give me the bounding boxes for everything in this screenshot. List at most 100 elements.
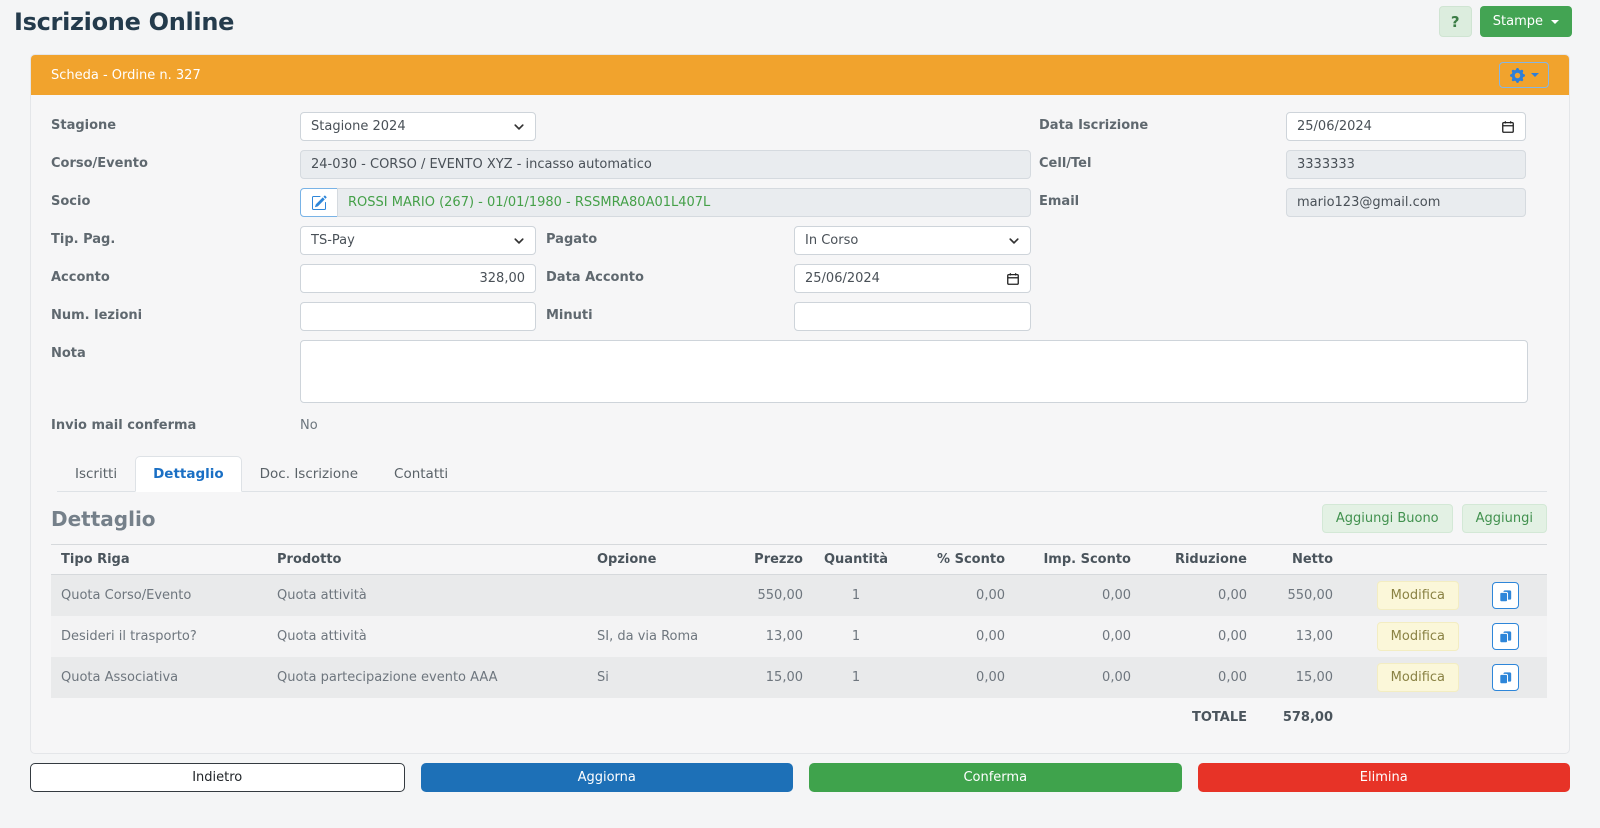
minuti-input[interactable] bbox=[794, 302, 1031, 331]
cell-riduzione: 0,00 bbox=[1218, 629, 1247, 644]
conferma-button[interactable]: Conferma bbox=[809, 763, 1182, 792]
cell-tel-field: 3333333 bbox=[1286, 150, 1526, 179]
cell-opzione bbox=[587, 575, 737, 617]
stagione-selected-value: Stagione 2024 bbox=[311, 119, 406, 134]
caret-down-icon bbox=[1551, 19, 1559, 24]
help-button[interactable]: ? bbox=[1438, 6, 1472, 37]
total-label: TOTALE bbox=[1191, 710, 1247, 725]
cell-perc-sconto: 0,00 bbox=[976, 670, 1005, 685]
tip-pag-label: Tip. Pag. bbox=[51, 232, 116, 247]
acconto-input[interactable] bbox=[300, 264, 536, 293]
gear-icon bbox=[1509, 67, 1525, 83]
cell-prodotto: Quota attività bbox=[277, 629, 367, 644]
pencil-square-icon bbox=[312, 194, 327, 210]
aggiorna-button[interactable]: Aggiorna bbox=[420, 763, 793, 792]
page-title: Iscrizione Online bbox=[14, 7, 235, 36]
copy-icon bbox=[1499, 630, 1512, 643]
stampe-dropdown-button[interactable]: Stampe bbox=[1479, 6, 1572, 37]
cell-netto: 15,00 bbox=[1295, 670, 1333, 685]
tab-doc-iscrizione[interactable]: Doc. Iscrizione bbox=[242, 456, 376, 492]
copy-row-button[interactable] bbox=[1492, 664, 1519, 691]
pagato-label: Pagato bbox=[546, 232, 598, 247]
total-value: 578,00 bbox=[1282, 710, 1333, 725]
copy-icon bbox=[1499, 671, 1512, 684]
tab-dettaglio[interactable]: Dettaglio bbox=[135, 456, 242, 492]
col-netto: Netto bbox=[1257, 544, 1343, 575]
cell-netto: 550,00 bbox=[1287, 588, 1334, 603]
email-label: Email bbox=[1039, 194, 1080, 209]
topbar-actions: ? Stampe bbox=[1438, 6, 1572, 37]
indietro-button[interactable]: Indietro bbox=[30, 763, 405, 792]
cell-tipo-riga: Quota Associativa bbox=[61, 670, 179, 685]
nota-label: Nota bbox=[51, 346, 86, 361]
calendar-icon[interactable] bbox=[1006, 272, 1020, 286]
cell-prezzo: 550,00 bbox=[757, 588, 804, 603]
num-lezioni-label: Num. lezioni bbox=[51, 308, 143, 323]
cell-imp-sconto: 0,00 bbox=[1102, 670, 1131, 685]
dettaglio-actions: Aggiungi Buono Aggiungi bbox=[1321, 504, 1547, 533]
form-row-invio-mail: Invio mail conferma No bbox=[51, 412, 1547, 441]
aggiungi-buono-button[interactable]: Aggiungi Buono bbox=[1321, 504, 1453, 533]
elimina-button[interactable]: Elimina bbox=[1197, 763, 1570, 792]
edit-socio-button[interactable] bbox=[300, 188, 338, 217]
settings-dropdown-button[interactable] bbox=[1499, 62, 1549, 88]
socio-field: ROSSI MARIO (267) - 01/01/1980 - RSSMRA8… bbox=[337, 188, 1031, 217]
chevron-down-icon bbox=[514, 237, 524, 244]
cell-perc-sconto: 0,00 bbox=[976, 629, 1005, 644]
nota-input[interactable] bbox=[300, 340, 1528, 403]
cell-prezzo: 15,00 bbox=[765, 670, 803, 685]
table-header-row: Tipo Riga Prodotto Opzione Prezzo Quanti… bbox=[51, 544, 1547, 575]
data-acconto-input[interactable]: 25/06/2024 bbox=[794, 264, 1031, 293]
cell-tel-label: Cell/Tel bbox=[1039, 156, 1092, 171]
card-header-title: Scheda - Ordine n. 327 bbox=[51, 67, 201, 83]
aggiungi-button[interactable]: Aggiungi bbox=[1461, 504, 1547, 533]
chevron-down-icon bbox=[514, 123, 524, 130]
order-card: Scheda - Ordine n. 327 Stagione Stagione… bbox=[30, 54, 1570, 754]
form-row-corso: Corso/Evento 24-030 - CORSO / EVENTO XYZ… bbox=[51, 150, 1547, 179]
cell-perc-sconto: 0,00 bbox=[976, 588, 1005, 603]
calendar-icon[interactable] bbox=[1501, 120, 1515, 134]
cell-quantita: 1 bbox=[851, 588, 861, 603]
data-iscrizione-input[interactable]: 25/06/2024 bbox=[1286, 112, 1526, 141]
tip-pag-select[interactable]: TS-Pay bbox=[300, 226, 536, 255]
tab-iscritti[interactable]: Iscritti bbox=[57, 456, 135, 492]
cell-netto: 13,00 bbox=[1295, 629, 1333, 644]
form-row-acconto: Acconto Data Acconto 25/06/2024 bbox=[51, 264, 1547, 293]
modifica-button[interactable]: Modifica bbox=[1376, 663, 1459, 692]
table-total-row: TOTALE 578,00 bbox=[51, 698, 1547, 737]
stagione-select[interactable]: Stagione 2024 bbox=[300, 112, 536, 141]
col-perc-sconto: % Sconto bbox=[899, 544, 1015, 575]
data-iscrizione-label: Data Iscrizione bbox=[1039, 118, 1149, 133]
dettaglio-table: Tipo Riga Prodotto Opzione Prezzo Quanti… bbox=[51, 544, 1547, 737]
cell-riduzione: 0,00 bbox=[1218, 588, 1247, 603]
copy-row-button[interactable] bbox=[1492, 582, 1519, 609]
data-iscrizione-value: 25/06/2024 bbox=[1297, 119, 1372, 134]
email-field: mario123@gmail.com bbox=[1286, 188, 1526, 217]
copy-row-button[interactable] bbox=[1492, 623, 1519, 650]
cell-quantita: 1 bbox=[851, 629, 861, 644]
data-acconto-value: 25/06/2024 bbox=[805, 271, 880, 286]
dettaglio-section-head: Dettaglio Aggiungi Buono Aggiungi bbox=[51, 504, 1547, 533]
cell-opzione: SI, da via Roma bbox=[597, 629, 699, 644]
footer-buttons: Indietro Aggiorna Conferma Elimina bbox=[30, 763, 1570, 792]
col-prezzo: Prezzo bbox=[737, 544, 813, 575]
form-row-nota: Nota bbox=[51, 340, 1547, 403]
col-opzione: Opzione bbox=[587, 544, 737, 575]
topbar: Iscrizione Online ? Stampe bbox=[0, 0, 1600, 37]
stagione-label: Stagione bbox=[51, 118, 117, 133]
col-riduzione: Riduzione bbox=[1141, 544, 1257, 575]
modifica-button[interactable]: Modifica bbox=[1376, 581, 1459, 610]
form-row-num-lezioni: Num. lezioni Minuti bbox=[51, 302, 1547, 331]
form-row-tip-pag: Tip. Pag. TS-Pay Pagato In Corso bbox=[51, 226, 1547, 255]
num-lezioni-input[interactable] bbox=[300, 302, 536, 331]
invio-mail-value: No bbox=[300, 418, 318, 433]
corso-evento-field: 24-030 - CORSO / EVENTO XYZ - incasso au… bbox=[300, 150, 1031, 179]
cell-imp-sconto: 0,00 bbox=[1102, 588, 1131, 603]
tip-pag-selected-value: TS-Pay bbox=[311, 233, 355, 248]
data-acconto-label: Data Acconto bbox=[546, 270, 644, 285]
form-row-stagione: Stagione Stagione 2024 Data Iscrizione 2… bbox=[51, 112, 1547, 141]
modifica-button[interactable]: Modifica bbox=[1376, 622, 1459, 651]
tab-contatti[interactable]: Contatti bbox=[376, 456, 466, 492]
pagato-select[interactable]: In Corso bbox=[794, 226, 1031, 255]
cell-quantita: 1 bbox=[851, 670, 861, 685]
